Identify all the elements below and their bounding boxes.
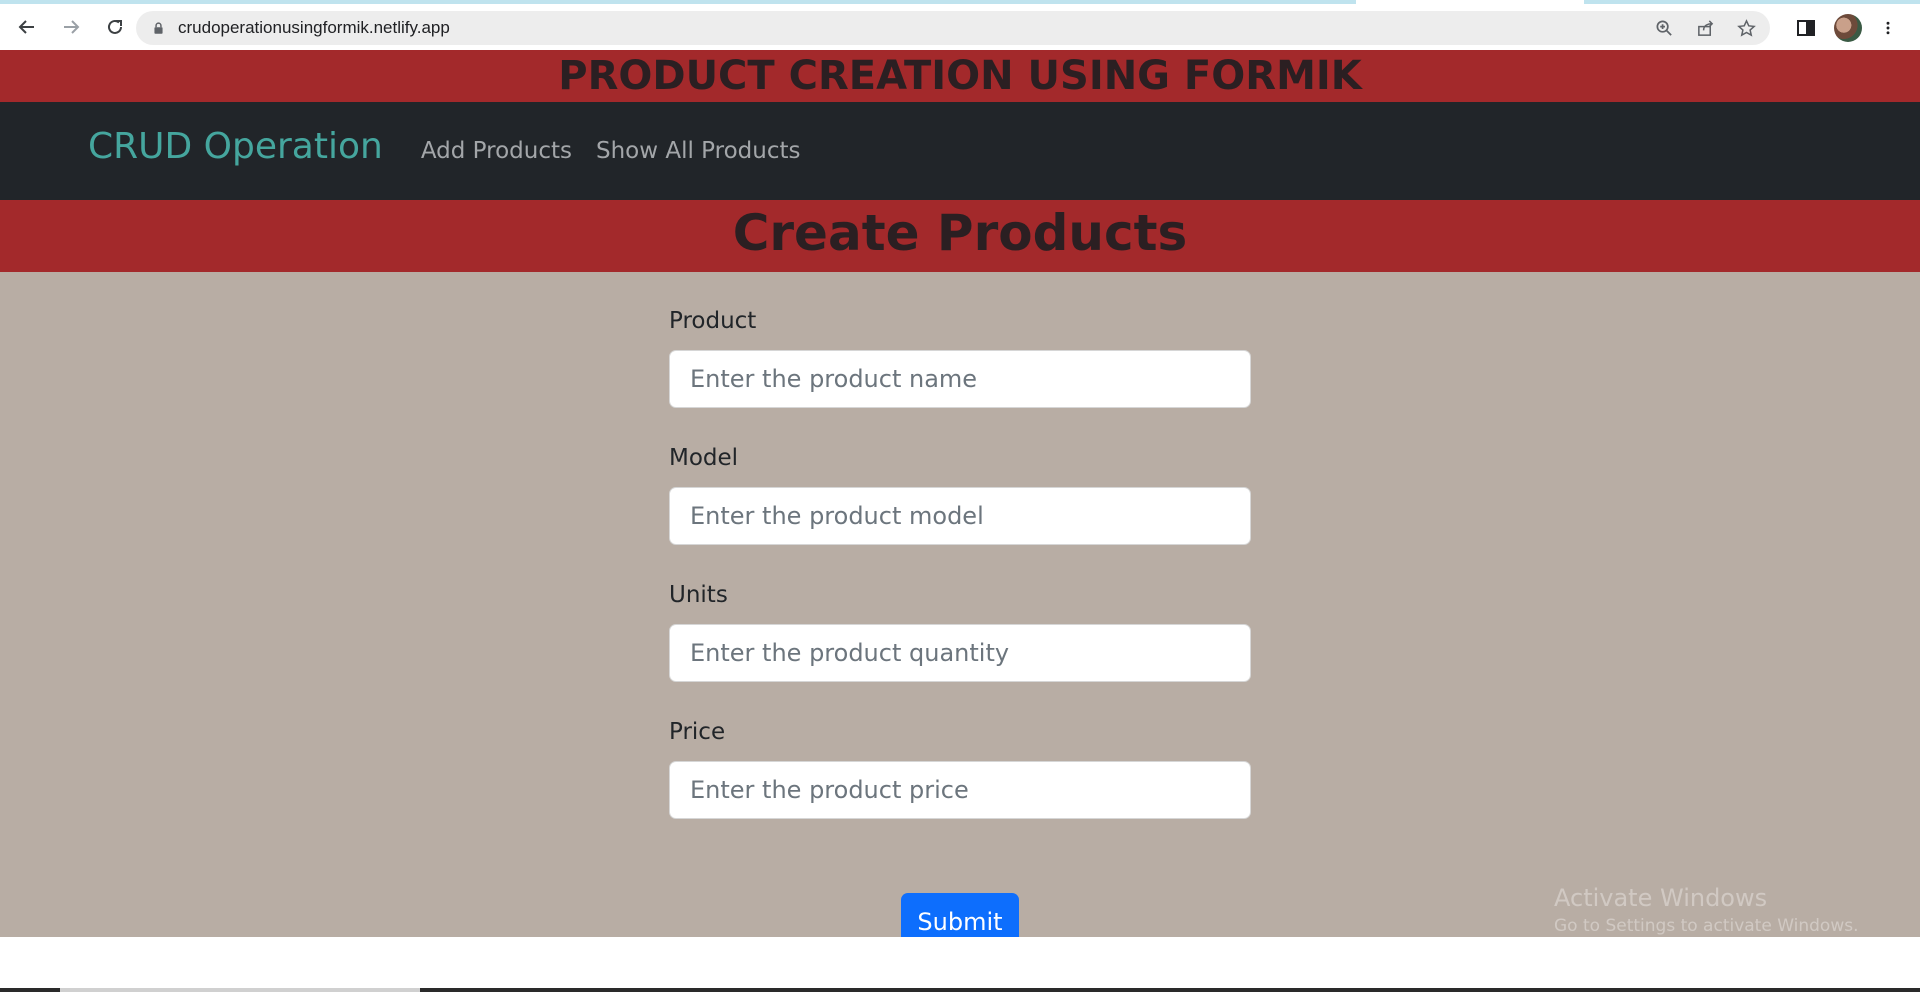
units-label: Units xyxy=(669,582,728,608)
avatar[interactable] xyxy=(1834,14,1862,42)
reload-icon xyxy=(108,19,122,34)
share-icon[interactable] xyxy=(1696,19,1715,38)
watermark-subtitle: Go to Settings to activate Windows. xyxy=(1554,916,1859,936)
lock-icon xyxy=(150,20,166,36)
top-banner: PRODUCT CREATION USING FORMIK xyxy=(0,50,1920,102)
product-name-input[interactable] xyxy=(669,350,1251,408)
taskbar-segment xyxy=(60,988,420,992)
kebab-menu-icon[interactable] xyxy=(1880,18,1896,38)
address-bar[interactable]: crudoperationusingformik.netlify.app xyxy=(136,11,1770,45)
page-footer-area xyxy=(0,937,1920,992)
bookmark-star-icon[interactable] xyxy=(1737,18,1756,38)
app-title: PRODUCT CREATION USING FORMIK xyxy=(558,53,1362,99)
create-product-form: Product Model Units Price Submit xyxy=(669,308,1251,951)
back-icon xyxy=(18,20,34,34)
navbar: CRUD Operation Add Products Show All Pro… xyxy=(0,102,1920,200)
browser-toolbar: crudoperationusingformik.netlify.app xyxy=(0,4,1920,50)
reload-button[interactable] xyxy=(95,7,135,47)
brand-link[interactable]: CRUD Operation xyxy=(88,126,383,167)
zoom-icon[interactable] xyxy=(1655,19,1674,38)
product-model-input[interactable] xyxy=(669,487,1251,545)
model-label: Model xyxy=(669,445,739,471)
url-text: crudoperationusingformik.netlify.app xyxy=(178,18,450,37)
forward-icon xyxy=(64,20,80,34)
back-button[interactable] xyxy=(7,7,47,47)
product-quantity-input[interactable] xyxy=(669,624,1251,682)
page-title: Create Products xyxy=(732,204,1188,262)
product-price-input[interactable] xyxy=(669,761,1251,819)
windows-activation-watermark: Activate Windows Go to Settings to activ… xyxy=(1554,884,1859,936)
nav-show-all-products[interactable]: Show All Products xyxy=(596,138,801,164)
section-banner: Create Products xyxy=(0,200,1920,272)
watermark-title: Activate Windows xyxy=(1554,884,1768,912)
side-panel-icon[interactable] xyxy=(1796,18,1816,38)
price-label: Price xyxy=(669,719,726,745)
forward-button[interactable] xyxy=(51,7,91,47)
page-content: PRODUCT CREATION USING FORMIK CRUD Opera… xyxy=(0,50,1920,951)
product-label: Product xyxy=(669,308,757,334)
nav-add-products[interactable]: Add Products xyxy=(421,138,572,164)
taskbar-edge xyxy=(0,988,1920,992)
